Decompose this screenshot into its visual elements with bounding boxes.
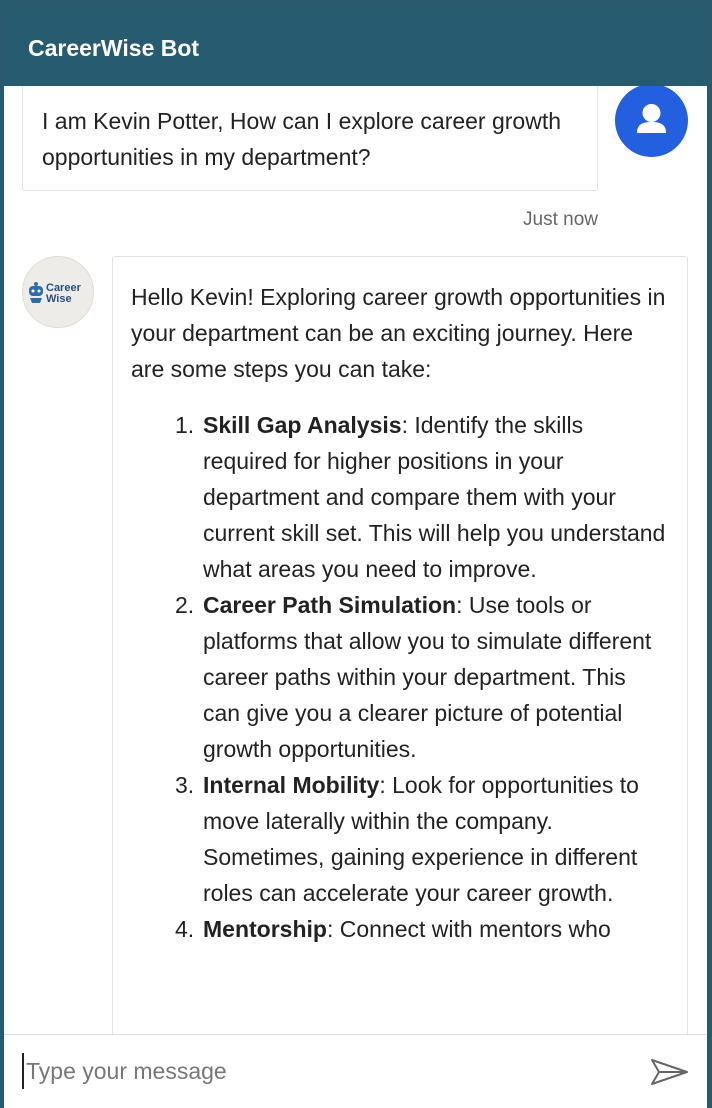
message-input[interactable] [22, 1053, 622, 1089]
send-icon [651, 1059, 688, 1085]
bot-message-bubble: Hello Kevin! Exploring career growth opp… [112, 256, 688, 1034]
message-list[interactable]: I am Kevin Potter, How can I explore car… [4, 86, 707, 1034]
chat-title: CareerWise Bot [28, 35, 200, 61]
step-title: Career Path Simulation [203, 592, 457, 618]
bot-intro-text: Hello Kevin! Exploring career growth opp… [131, 284, 666, 382]
list-item: 3. Internal Mobility: Look for opportunit… [131, 767, 669, 911]
step-number: 2. [175, 592, 195, 618]
robot-icon [29, 282, 43, 303]
chat-header: CareerWise Bot [4, 4, 707, 86]
step-number: 4. [175, 916, 195, 942]
bot-avatar: Career Wise [22, 256, 94, 328]
message-input-bar [4, 1034, 707, 1108]
list-item: 1. Skill Gap Analysis: Identify the skill… [131, 407, 669, 587]
user-message-bubble: I am Kevin Potter, How can I explore car… [22, 86, 598, 191]
steps-list: 1. Skill Gap Analysis: Identify the skill… [131, 407, 669, 947]
bot-logo-text: Career Wise [46, 283, 81, 305]
send-button[interactable] [648, 1057, 692, 1089]
step-text: : Connect with mentors who [326, 916, 611, 942]
step-title: Internal Mobility [203, 772, 380, 798]
bot-logo-line2: Wise [46, 293, 72, 305]
step-title: Mentorship [203, 916, 327, 942]
chat-window: CareerWise Bot I am Kevin Potter, How ca… [4, 4, 707, 1108]
user-avatar-icon [615, 86, 688, 157]
message-timestamp: Just now [523, 209, 598, 230]
list-item: 4. Mentorship: Connect with mentors who [131, 911, 669, 947]
step-title: Skill Gap Analysis [203, 412, 402, 438]
list-item: 2. Career Path Simulation: Use tools or p… [131, 587, 669, 767]
step-number: 1. [175, 412, 195, 438]
step-number: 3. [175, 772, 195, 798]
